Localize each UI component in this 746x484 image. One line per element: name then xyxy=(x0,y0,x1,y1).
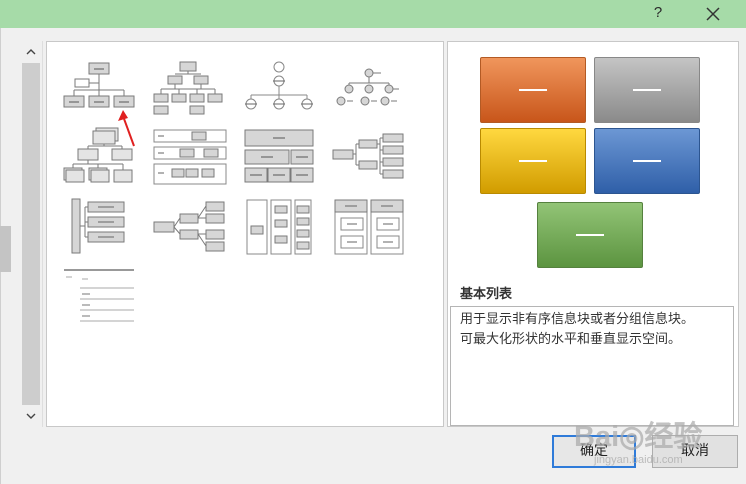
horizontal-org-chart-icon[interactable] xyxy=(150,196,230,258)
horizontal-hierarchy-icon[interactable] xyxy=(329,126,409,188)
preview-block-green xyxy=(537,202,643,268)
table-hierarchy-icon[interactable] xyxy=(150,126,230,188)
preview-block-yellow xyxy=(480,128,586,194)
gallery-scrollbar[interactable] xyxy=(20,41,43,427)
red-arrow-annotation xyxy=(118,110,135,147)
description-line: 可最大化形状的水平和垂直显示空间。 xyxy=(460,332,682,347)
preview-pane: 基本列表 用于显示非有序信息块或者分组信息块。 可最大化形状的水平和垂直显示空间… xyxy=(447,41,739,427)
circle-hierarchy-icon[interactable] xyxy=(239,59,319,121)
close-icon[interactable] xyxy=(702,3,724,25)
layout-description: 用于显示非有序信息块或者分组信息块。 可最大化形状的水平和垂直显示空间。 xyxy=(450,306,734,426)
preview-block-orange xyxy=(480,57,586,123)
labeled-columns-icon[interactable] xyxy=(329,196,409,258)
preview-block-blue xyxy=(594,128,700,194)
dialog-titlebar: ? xyxy=(0,0,746,28)
help-button[interactable]: ? xyxy=(648,2,668,24)
description-line: 用于显示非有序信息块或者分组信息块。 xyxy=(460,312,695,327)
vertical-columns-icon[interactable] xyxy=(239,196,319,258)
labeled-hierarchy-icon[interactable] xyxy=(150,59,230,121)
ok-button[interactable]: 确定 xyxy=(552,435,636,468)
preview-block-gray xyxy=(594,57,700,123)
layout-gallery xyxy=(46,41,444,427)
bullet-hierarchy-icon[interactable] xyxy=(58,264,138,326)
cancel-button[interactable]: 取消 xyxy=(652,435,738,468)
scroll-down-icon[interactable] xyxy=(20,405,42,427)
category-scroll-thumb[interactable] xyxy=(0,226,11,272)
scroll-up-icon[interactable] xyxy=(20,41,42,63)
lined-list-icon[interactable] xyxy=(58,196,138,258)
scroll-thumb[interactable] xyxy=(22,63,40,405)
circle-node-hierarchy-icon[interactable] xyxy=(329,59,409,121)
table-list-icon[interactable] xyxy=(239,126,319,188)
layout-name: 基本列表 xyxy=(460,287,513,302)
